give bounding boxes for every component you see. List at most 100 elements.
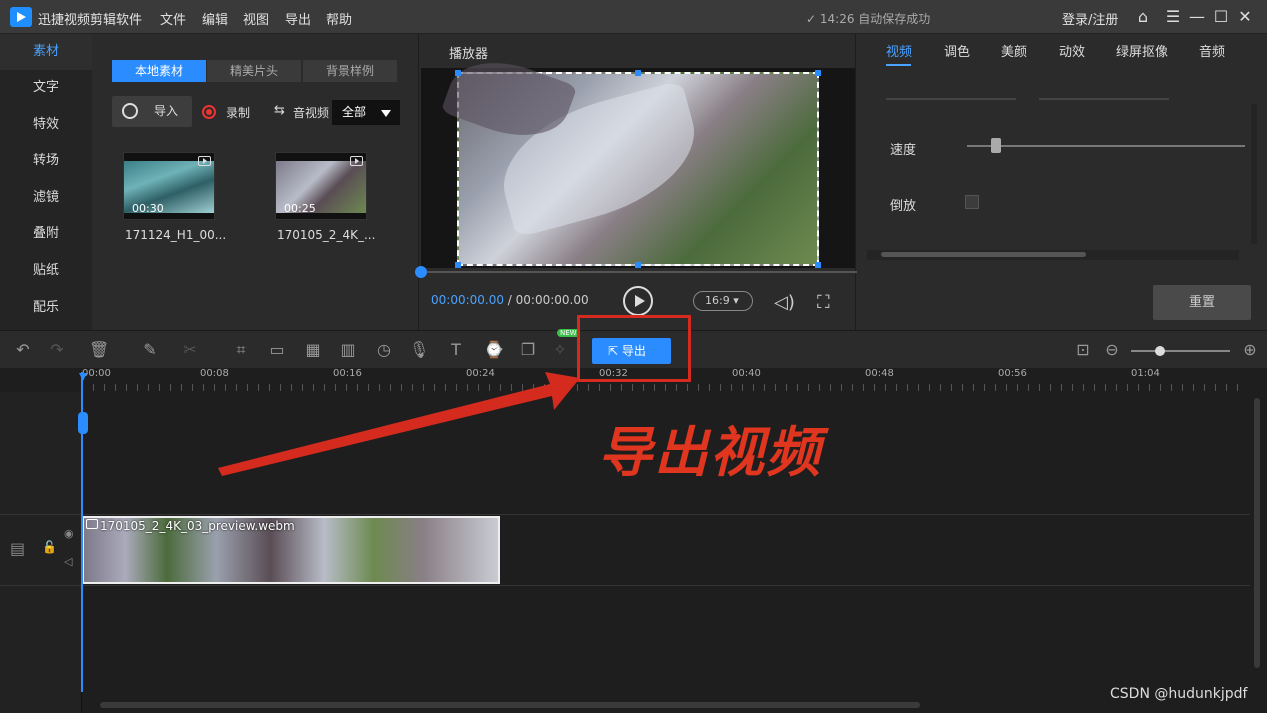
tab-local-media[interactable]: 本地素材 <box>112 60 206 82</box>
annotation-text: 导出视频 <box>598 421 822 484</box>
tab-color[interactable]: 调色 <box>944 41 970 60</box>
maximize-icon[interactable]: ☐ <box>1210 6 1232 28</box>
tab-motion[interactable]: 动效 <box>1059 41 1085 60</box>
menu-icon[interactable]: ☰ <box>1162 6 1184 28</box>
undo-icon[interactable]: ↶ <box>13 340 33 360</box>
speed-slider[interactable] <box>967 145 1245 147</box>
vertical-scrollbar[interactable] <box>1254 398 1260 668</box>
track-divider <box>0 514 1250 515</box>
nav-music[interactable]: 配乐 <box>0 290 92 326</box>
left-nav: 素材 文字 特效 转场 滤镜 叠附 贴纸 配乐 <box>0 34 92 330</box>
playhead-marker[interactable] <box>79 373 87 381</box>
annotation-arrow <box>218 372 580 476</box>
resize-handle[interactable] <box>635 262 641 268</box>
nav-transition[interactable]: 转场 <box>0 143 92 179</box>
tab-chroma-key[interactable]: 绿屏抠像 <box>1116 41 1168 60</box>
reset-button[interactable]: 重置 <box>1153 285 1251 320</box>
progress-bar[interactable] <box>419 271 857 273</box>
clip-label: 170105_2_4K_03_preview.webm <box>100 519 295 533</box>
chart-icon[interactable]: ▥ <box>338 340 358 360</box>
delete-icon[interactable]: 🗑 <box>89 340 109 360</box>
media-item[interactable]: 00:30 <box>123 152 215 220</box>
total-time: 00:00:00.00 <box>515 293 589 307</box>
eye-icon[interactable]: ◉ <box>64 527 74 540</box>
properties-panel: 视频 调色 美颜 动效 绿屏抠像 音频 速度 倒放 重置 <box>857 34 1267 330</box>
lock-icon[interactable]: 🔓 <box>42 540 57 554</box>
speed-slider-knob[interactable] <box>991 138 1001 153</box>
copy-icon[interactable]: ❐ <box>518 340 538 360</box>
check-icon: ✓ <box>806 12 820 26</box>
play-button[interactable] <box>623 286 653 316</box>
nav-material[interactable]: 素材 <box>0 34 92 70</box>
fullscreen-icon[interactable]: ⛶ <box>817 292 830 313</box>
redo-icon[interactable]: ↷ <box>47 340 67 360</box>
nav-effects[interactable]: 特效 <box>0 107 92 143</box>
speed-icon[interactable]: ⌚ <box>484 340 504 360</box>
tab-audio[interactable]: 音频 <box>1199 41 1225 60</box>
chevron-down-icon: ▾ <box>733 294 739 307</box>
tab-video[interactable]: 视频 <box>886 41 912 60</box>
playhead-grip[interactable] <box>78 412 88 434</box>
audio-video-label[interactable]: 音视频 <box>293 104 329 121</box>
menu-edit[interactable]: 编辑 <box>202 9 228 28</box>
zoom-out-icon[interactable]: ⊖ <box>1102 340 1122 360</box>
media-filename: 170105_2_4K_... <box>277 228 376 242</box>
minimize-icon[interactable]: — <box>1186 6 1208 28</box>
filter-value: 全部 <box>342 105 367 119</box>
tab-beauty[interactable]: 美颜 <box>1001 41 1027 60</box>
preview-image[interactable] <box>440 45 819 266</box>
zoom-in-icon[interactable]: ⊕ <box>1240 340 1260 360</box>
menu-file[interactable]: 文件 <box>160 9 186 28</box>
mute-icon[interactable]: ◁ <box>64 555 72 568</box>
import-button[interactable]: 导入 <box>112 96 192 127</box>
record-icon[interactable] <box>202 105 216 119</box>
nav-sticker[interactable]: 贴纸 <box>0 253 92 289</box>
film-icon: ▤ <box>10 539 26 558</box>
media-filename: 171124_H1_00... <box>125 228 227 242</box>
track-header <box>0 392 82 514</box>
app-logo-icon <box>10 7 32 27</box>
record-label[interactable]: 录制 <box>226 104 250 121</box>
tab-background[interactable]: 背景样例 <box>303 60 397 82</box>
resize-handle[interactable] <box>815 70 821 76</box>
vertical-scrollbar[interactable] <box>1251 104 1257 244</box>
microphone-icon[interactable]: 🎙 <box>409 340 429 360</box>
resize-handle[interactable] <box>815 262 821 268</box>
tab-intro[interactable]: 精美片头 <box>207 60 301 82</box>
menu-help[interactable]: 帮助 <box>326 9 352 28</box>
nav-filter[interactable]: 滤镜 <box>0 180 92 216</box>
home-icon[interactable]: ⌂ <box>1132 6 1154 28</box>
cut-icon[interactable]: ✂ <box>180 340 200 360</box>
text-icon[interactable]: T <box>446 340 466 360</box>
login-link[interactable]: 登录/注册 <box>1062 9 1118 28</box>
media-item[interactable]: 00:25 <box>275 152 367 220</box>
menu-view[interactable]: 视图 <box>243 9 269 28</box>
resize-icon[interactable]: ▭ <box>267 340 287 360</box>
zoom-slider-knob[interactable] <box>1155 346 1165 356</box>
reverse-checkbox[interactable] <box>965 195 979 209</box>
resize-handle[interactable] <box>455 70 461 76</box>
scroll-thumb[interactable] <box>881 252 1086 257</box>
volume-icon[interactable]: ◁) <box>774 292 795 313</box>
video-icon <box>350 156 363 166</box>
aspect-ratio-select[interactable]: 16:9 ▾ <box>693 291 753 311</box>
aspect-ratio-value: 16:9 <box>705 294 730 307</box>
edit-icon[interactable]: ✎ <box>140 340 160 360</box>
title-bar: 迅捷视频剪辑软件 文件 编辑 视图 导出 帮助 ✓ 14:26 自动保存成功 登… <box>0 0 1267 34</box>
nav-overlay[interactable]: 叠附 <box>0 216 92 252</box>
video-track-header: ▤ 🔓 ◉ ◁ <box>0 515 82 585</box>
close-icon[interactable]: ✕ <box>1234 6 1256 28</box>
nav-text[interactable]: 文字 <box>0 70 92 106</box>
resize-handle[interactable] <box>455 262 461 268</box>
clock-icon[interactable]: ◷ <box>374 340 394 360</box>
menu-export[interactable]: 导出 <box>285 9 311 28</box>
zoom-slider[interactable] <box>1131 350 1230 352</box>
magic-icon[interactable]: ✧ <box>550 340 570 360</box>
progress-knob[interactable] <box>415 266 427 278</box>
crop-icon[interactable]: ⌗ <box>231 340 251 360</box>
mosaic-icon[interactable]: ▦ <box>303 340 323 360</box>
filter-select[interactable]: 全部 <box>332 100 400 125</box>
fit-icon[interactable]: ⊡ <box>1073 340 1093 360</box>
horizontal-scrollbar[interactable] <box>100 702 920 708</box>
resize-handle[interactable] <box>635 70 641 76</box>
